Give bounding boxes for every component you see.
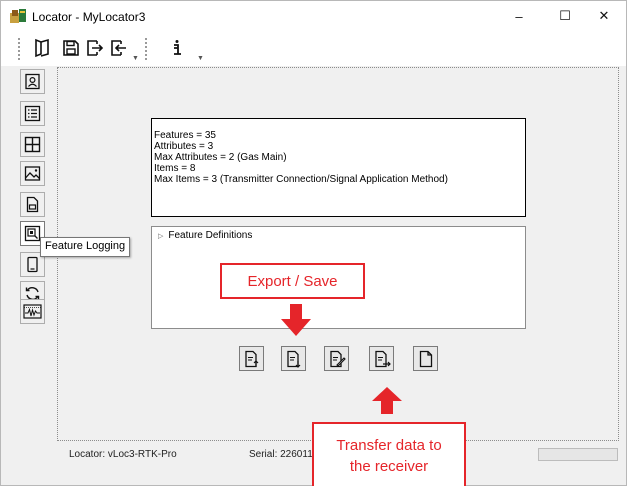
expand-triangle-icon[interactable]: ▷ [158,232,163,240]
minimize-button[interactable]: – [496,1,542,31]
down-arrow-icon [281,304,311,336]
toolbar-overflow-icon[interactable]: ▼ [197,55,204,62]
save-button[interactable] [59,36,83,60]
info-button[interactable] [165,36,189,60]
info-icon [174,40,181,55]
list-icon [24,105,41,122]
transfer-icon [374,350,391,367]
feature-logging-icon [24,225,41,242]
side-navigation [16,69,49,324]
toolbar: ▼ ▼ [1,31,626,66]
summary-attributes: Attributes = 3 [154,141,214,152]
export-up-button[interactable] [239,346,264,371]
grid-icon [24,136,41,153]
nav-list-button[interactable] [20,101,45,126]
maximize-icon: ☐ [559,8,571,23]
close-button[interactable]: ✕ [581,1,627,31]
phone-icon [27,256,38,273]
import-icon [111,40,126,56]
nav-grid-button[interactable] [20,132,45,157]
export-button[interactable] [83,36,107,60]
transfer-data-callout: Transfer data to the receiver [312,422,466,486]
image-icon [24,166,41,181]
feature-summary: Features = 35 Attributes = 3 Max Attribu… [151,118,526,217]
toolbar-grip[interactable] [145,38,147,60]
transfer-button[interactable] [369,346,394,371]
app-window: Locator - MyLocator3 – ☐ ✕ ▼ ▼ Features … [0,0,627,486]
contact-card-icon [25,73,40,90]
minimize-icon: – [515,8,523,24]
summary-max-items: Max Items = 3 (Transmitter Connection/Si… [154,174,448,185]
new-document-icon [419,350,432,367]
summary-items: Items = 8 [154,163,196,174]
export-save-callout: Export / Save [220,263,365,299]
nav-signal-button[interactable] [20,299,45,324]
export-up-icon [244,350,258,367]
feature-logging-tooltip: Feature Logging [40,237,131,257]
up-arrow-icon [372,387,402,414]
transfer-label-line2: the receiver [349,457,429,475]
status-locator: Locator: vLoc3-RTK-Pro [69,449,177,460]
import-button[interactable] [107,36,131,60]
save-icon [63,40,79,56]
nav-contact-button[interactable] [20,69,45,94]
export-save-label: Export / Save [247,272,338,290]
transfer-label-line1: Transfer data to [336,436,442,454]
toolbar-grip[interactable] [18,38,20,60]
toolbar-overflow-icon[interactable]: ▼ [132,55,139,62]
window-title: Locator - MyLocator3 [32,10,146,24]
nav-document-button[interactable] [20,192,45,217]
tree-node-label: Feature Definitions [168,230,253,241]
export-down-button[interactable] [281,346,306,371]
export-down-icon [286,350,300,368]
document-icon [26,196,39,213]
edit-icon [329,350,346,367]
summary-features: Features = 35 [154,130,216,141]
app-logo-icon [10,9,26,23]
tree-node-feature-definitions[interactable]: ▷ Feature Definitions [158,230,252,241]
title-bar: Locator - MyLocator3 – ☐ ✕ [1,1,626,31]
close-icon: ✕ [598,8,610,23]
signal-icon [23,304,42,319]
summary-max-attributes: Max Attributes = 2 (Gas Main) [154,152,287,163]
open-button[interactable] [30,36,54,60]
status-serial: Serial: 226011 [249,449,313,460]
open-book-icon [35,38,49,58]
export-icon [87,40,104,56]
status-progress-bar [538,448,618,461]
nav-image-button[interactable] [20,161,45,186]
edit-button[interactable] [324,346,349,371]
new-document-button[interactable] [413,346,438,371]
